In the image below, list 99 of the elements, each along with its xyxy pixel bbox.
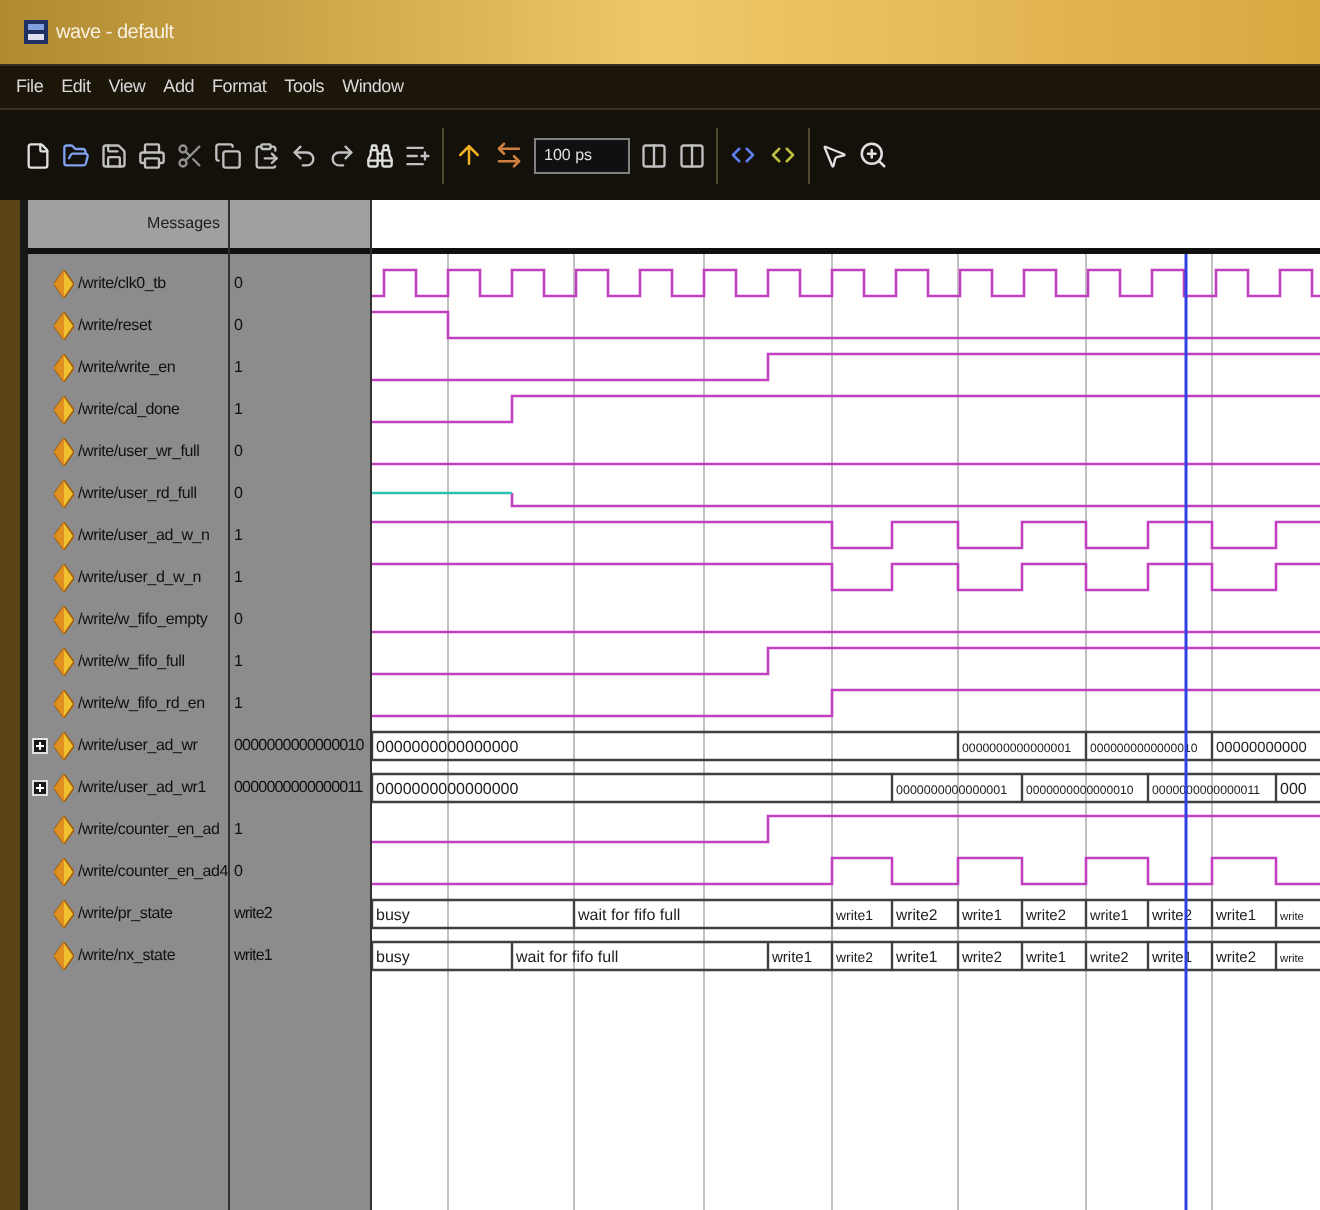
diamond-icon — [54, 899, 74, 927]
bus-value: 000 — [1280, 780, 1307, 798]
bus-segment — [890, 940, 960, 972]
copy-icon[interactable] — [214, 141, 242, 169]
signal-name[interactable]: /write/counter_en_ad4 — [78, 859, 228, 883]
menu-item[interactable]: Add — [163, 73, 195, 101]
signal-value: 1 — [234, 523, 243, 547]
menu-item[interactable]: View — [108, 73, 146, 101]
bus-value: wait for fifo full — [516, 948, 619, 966]
bus-segment — [1020, 940, 1088, 972]
bus-value: busy — [376, 948, 410, 966]
diamond-icon — [54, 857, 74, 885]
signal-value: 1 — [234, 565, 243, 589]
signal-name[interactable]: /write/cal_done — [78, 397, 180, 421]
list-icon[interactable] — [404, 141, 432, 169]
diamond-icon — [54, 395, 74, 423]
cursor-line[interactable] — [1184, 254, 1188, 1210]
menu-item[interactable]: Format — [212, 73, 267, 101]
redo-icon[interactable] — [328, 141, 356, 169]
signal-name[interactable]: /write/user_d_w_n — [78, 565, 202, 589]
undo-icon[interactable] — [290, 141, 318, 169]
diamond-icon — [54, 479, 74, 507]
signal-name[interactable]: /write/clk0_tb — [78, 271, 166, 295]
signal-value: 1 — [234, 649, 243, 673]
paste-icon[interactable] — [252, 141, 280, 169]
bus-segment — [1084, 898, 1150, 930]
diamond-icon — [54, 815, 74, 843]
diamond-icon — [54, 521, 74, 549]
arrows-icon[interactable] — [494, 140, 524, 170]
new-file-icon[interactable] — [24, 141, 52, 169]
bus-segment — [890, 898, 960, 930]
open-folder-icon[interactable] — [62, 141, 90, 169]
bus-segment — [1020, 898, 1088, 930]
pointer-icon[interactable] — [820, 141, 848, 169]
diamond-icon — [54, 353, 74, 381]
columns-icon[interactable] — [678, 141, 706, 169]
diamond-icon — [54, 773, 74, 801]
diamond-icon — [54, 437, 74, 465]
bus-segment — [830, 940, 894, 972]
diamond-icon — [54, 647, 74, 675]
signal-name[interactable]: /write/write_en — [78, 355, 176, 379]
signal-name[interactable]: /write/user_ad_wr — [78, 733, 198, 757]
signal-name[interactable]: /write/user_ad_wr1 — [78, 775, 206, 799]
save-icon[interactable] — [100, 141, 128, 169]
bus-segment — [1210, 730, 1320, 762]
diamond-icon — [54, 311, 74, 339]
signal-value: 1 — [234, 355, 243, 379]
signal-value: 0 — [234, 271, 243, 295]
expand-icon[interactable] — [32, 737, 48, 753]
signal-value: 0000000000000011 — [234, 775, 363, 799]
menu-item[interactable]: Edit — [61, 73, 91, 101]
bus-segment — [1020, 772, 1150, 804]
signal-value: 1 — [234, 817, 243, 841]
zoom-icon[interactable] — [858, 140, 888, 170]
signal-name[interactable]: /write/pr_state — [78, 901, 173, 925]
signal-name[interactable]: /write/w_fifo_rd_en — [78, 691, 205, 715]
diamond-icon — [54, 689, 74, 717]
signal-value: write2 — [234, 901, 272, 925]
time-field[interactable]: 100 ps — [534, 137, 630, 173]
signal-name[interactable]: /write/reset — [78, 313, 152, 337]
signal-name[interactable]: /write/user_ad_w_n — [78, 523, 210, 547]
window-title: wave - default — [56, 19, 174, 47]
signal-value: 0 — [234, 859, 243, 883]
signal-value: 0 — [234, 439, 243, 463]
expand-icon[interactable] — [32, 779, 48, 795]
signal-value: 0 — [234, 607, 243, 631]
bus-value: 0000000000000000 — [376, 738, 519, 756]
menu-item[interactable]: Window — [342, 73, 404, 101]
signal-value: 1 — [234, 397, 243, 421]
signal-name[interactable]: /write/user_wr_full — [78, 439, 200, 463]
bus-segment — [956, 898, 1024, 930]
diamond-icon — [54, 605, 74, 633]
signal-value: 0000000000000010 — [234, 733, 364, 757]
diamond-icon — [54, 269, 74, 297]
bus-value: 0000000000000000 — [376, 780, 519, 798]
find-icon[interactable] — [366, 141, 394, 169]
columns-icon[interactable] — [640, 141, 668, 169]
cut-icon[interactable] — [176, 141, 204, 169]
diamond-icon — [54, 563, 74, 591]
signal-value: 0 — [234, 481, 243, 505]
menu-item[interactable]: Tools — [284, 73, 325, 101]
bus-segment — [1084, 940, 1150, 972]
signal-name[interactable]: /write/counter_en_ad — [78, 817, 220, 841]
signal-name[interactable]: /write/w_fifo_empty — [78, 607, 208, 631]
signal-name[interactable]: /write/user_rd_full — [78, 481, 197, 505]
menu-item[interactable]: File — [16, 73, 44, 101]
bus-segment — [956, 940, 1024, 972]
signal-name[interactable]: /write/nx_state — [78, 943, 176, 967]
diamond-icon — [54, 731, 74, 759]
signal-value: 0 — [234, 313, 243, 337]
bus-value: busy — [376, 906, 410, 924]
signal-value: write1 — [234, 943, 272, 967]
bus-value: wait for fifo full — [578, 906, 681, 924]
signal-value: 1 — [234, 691, 243, 715]
print-icon[interactable] — [138, 141, 166, 169]
column-header: Messages — [28, 200, 228, 254]
signal-name[interactable]: /write/w_fifo_full — [78, 649, 185, 673]
app-icon — [24, 20, 48, 44]
diamond-icon — [54, 941, 74, 969]
